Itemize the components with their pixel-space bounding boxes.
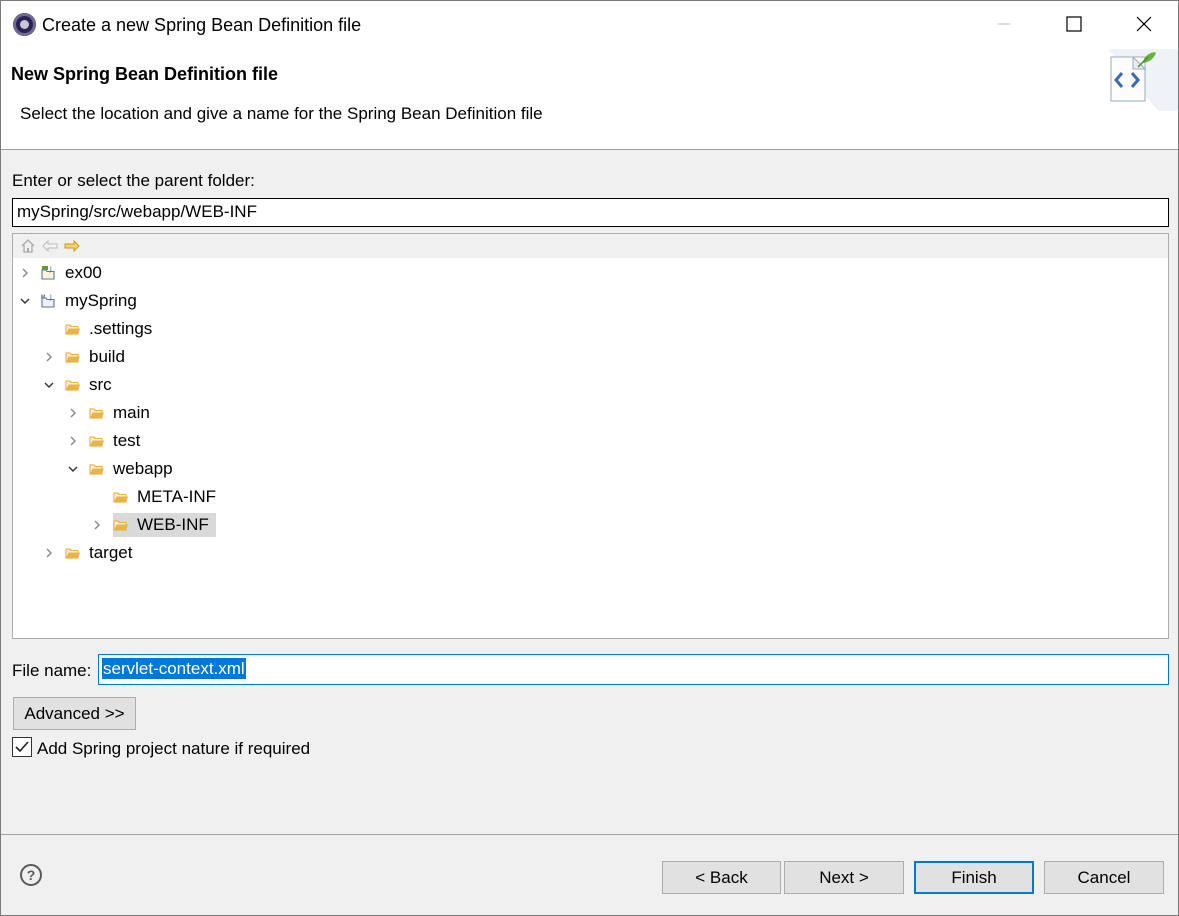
folder-tree[interactable]: Jex00 M JmySpring .settings build src main test…	[12, 233, 1169, 639]
back-arrow-icon[interactable]	[41, 238, 58, 255]
tree-item-label: webapp	[113, 459, 173, 478]
spring-nature-label[interactable]: Add Spring project nature if required	[37, 739, 310, 759]
file-name-input[interactable]: servlet-context.xml	[98, 654, 1169, 685]
back-button[interactable]: < Back	[662, 861, 781, 894]
folder-icon	[65, 546, 81, 560]
eclipse-app-icon	[13, 13, 36, 36]
help-icon[interactable]: ?	[20, 864, 42, 886]
tree-item[interactable]: build	[43, 344, 128, 370]
tree-item-label: main	[113, 403, 150, 422]
tree-item-content: WEB-INF	[113, 513, 216, 537]
tree-item-label: build	[89, 347, 125, 366]
cancel-button[interactable]: Cancel	[1044, 861, 1164, 894]
svg-text:M: M	[41, 295, 45, 301]
tree-item[interactable]: src	[43, 372, 115, 398]
title-bar: Create a new Spring Bean Definition file	[1, 1, 1178, 49]
tree-toolbar	[13, 234, 1168, 258]
tree-item-content: webapp	[89, 457, 176, 481]
tree-item-label: test	[113, 431, 141, 450]
folder-icon	[113, 490, 129, 504]
spring-bean-file-icon	[1108, 49, 1178, 111]
java-project-icon: J	[41, 266, 57, 280]
close-button[interactable]	[1109, 1, 1179, 47]
chevron-down-icon[interactable]	[43, 379, 55, 391]
wizard-header: New Spring Bean Definition file Select t…	[1, 49, 1178, 150]
window-title: Create a new Spring Bean Definition file	[42, 15, 362, 35]
minimize-icon	[998, 23, 1010, 25]
folder-icon	[89, 434, 105, 448]
wizard-description: Select the location and give a name for …	[20, 104, 543, 123]
tree-item[interactable]: M JmySpring	[19, 288, 140, 314]
svg-text:J: J	[49, 294, 52, 301]
finish-button[interactable]: Finish	[914, 861, 1034, 894]
tree-item-label: src	[89, 375, 112, 394]
forward-arrow-icon[interactable]	[63, 238, 80, 255]
tree-item[interactable]: main	[67, 400, 153, 426]
tree-item-content: build	[65, 345, 128, 369]
next-button[interactable]: Next >	[784, 861, 904, 894]
dialog-window: Create a new Spring Bean Definition file…	[0, 0, 1179, 916]
file-name-value: servlet-context.xml	[102, 658, 246, 679]
folder-icon	[89, 462, 105, 476]
tree-item-label: .settings	[89, 319, 153, 338]
chevron-right-icon[interactable]	[67, 407, 79, 419]
tree-item-content: main	[89, 401, 153, 425]
chevron-right-icon[interactable]	[91, 519, 103, 531]
maximize-icon	[1066, 16, 1082, 32]
tree-item[interactable]: WEB-INF	[91, 512, 216, 538]
tree-item-content: test	[89, 429, 143, 453]
tree-item-label: ex00	[65, 263, 102, 282]
folder-icon	[65, 350, 81, 364]
tree-item[interactable]: Jex00	[19, 260, 105, 286]
chevron-right-icon[interactable]	[67, 435, 79, 447]
spring-nature-checkbox[interactable]	[12, 737, 32, 757]
tree-item[interactable]: webapp	[67, 456, 176, 482]
tree-item-content: META-INF	[113, 485, 219, 509]
folder-icon	[65, 378, 81, 392]
advanced-button[interactable]: Advanced >>	[13, 697, 136, 730]
wizard-title: New Spring Bean Definition file	[11, 64, 279, 84]
tree-item-label: target	[89, 543, 133, 562]
chevron-down-icon[interactable]	[19, 295, 31, 307]
tree-item-content: M JmySpring	[41, 289, 140, 313]
footer-separator	[1, 834, 1178, 835]
tree-item[interactable]: .settings	[43, 316, 155, 342]
file-name-label: File name:	[12, 661, 92, 680]
tree-item-content: .settings	[65, 317, 155, 341]
folder-icon	[89, 406, 105, 420]
tree-item-content: Jex00	[41, 261, 105, 285]
folder-icon	[113, 518, 129, 532]
maximize-button[interactable]	[1039, 1, 1109, 47]
svg-text:J: J	[49, 266, 52, 273]
chevron-down-icon[interactable]	[67, 463, 79, 475]
home-icon[interactable]	[19, 238, 36, 255]
tree-item-content: src	[65, 373, 115, 397]
tree-item[interactable]: test	[67, 428, 143, 454]
tree-item-content: target	[65, 541, 135, 565]
chevron-right-icon[interactable]	[43, 351, 55, 363]
tree-item[interactable]: META-INF	[91, 484, 219, 510]
minimize-button[interactable]	[969, 1, 1039, 47]
chevron-right-icon[interactable]	[19, 267, 31, 279]
parent-folder-input[interactable]: mySpring/src/webapp/WEB-INF	[12, 198, 1169, 227]
checkmark-icon	[15, 741, 29, 753]
close-icon	[1136, 16, 1152, 32]
maven-project-icon: MJ	[41, 294, 57, 308]
chevron-right-icon[interactable]	[43, 547, 55, 559]
tree-item[interactable]: target	[43, 540, 135, 566]
tree-item-label: mySpring	[65, 291, 137, 310]
tree-item-label: META-INF	[137, 487, 217, 506]
tree-item-label: WEB-INF	[137, 515, 209, 534]
folder-icon	[65, 322, 81, 336]
parent-folder-label: Enter or select the parent folder:	[12, 171, 255, 190]
